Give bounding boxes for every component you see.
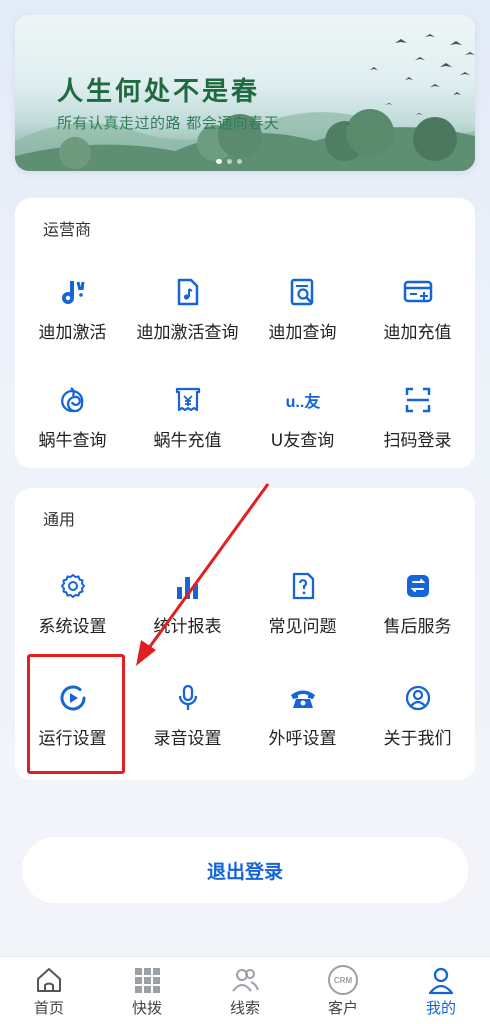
tab-label: 快拨	[131, 999, 162, 1017]
snail-spiral-icon	[57, 384, 89, 416]
u-you-logo-icon: u..友	[283, 384, 323, 416]
bar-chart-icon	[172, 570, 204, 602]
menu-item-statistics[interactable]: 统计报表	[130, 570, 245, 670]
banner-subtitle: 所有认真走过的路 都会通向春天	[57, 114, 280, 132]
menu-item-faq[interactable]: 常见问题	[245, 570, 360, 670]
u-you-logo-text: u..友	[285, 394, 321, 411]
menu-item-label: 迪加查询	[268, 323, 337, 343]
menu-item-dijia-activate[interactable]: 迪加激活	[15, 276, 130, 376]
menu-item-dijia-recharge[interactable]: 迪加充值	[360, 276, 475, 376]
music-note-icon	[57, 276, 89, 308]
section-title: 通用	[43, 510, 76, 529]
tab-quick-dial[interactable]: 快拨	[98, 957, 196, 1024]
menu-item-recording-settings[interactable]: 录音设置	[130, 682, 245, 782]
carousel-dot	[216, 159, 222, 164]
carousel-dot	[227, 159, 232, 164]
operators-card: 运营商 迪加激活 迪加激活查询 迪加查询 迪加充值 蜗牛查询 蜗牛充值 u..友…	[15, 198, 475, 468]
crm-icon-text: CRM	[333, 975, 353, 985]
tab-label: 线索	[229, 999, 260, 1017]
logout-button[interactable]: 退出登录	[22, 837, 468, 903]
tab-label: 首页	[33, 999, 64, 1017]
menu-item-snail-recharge[interactable]: 蜗牛充值	[130, 384, 245, 484]
telephone-icon	[287, 682, 319, 714]
card-plus-icon	[402, 276, 434, 308]
menu-item-uyou-query[interactable]: u..友 U友查询	[245, 384, 360, 484]
people-icon	[232, 969, 259, 992]
tab-label: 客户	[327, 999, 358, 1017]
bottom-tab-bar: 首页 快拨 线索 CRM 客户 我的	[0, 956, 490, 1024]
menu-item-label: 售后服务	[383, 617, 452, 637]
tab-home[interactable]: 首页	[0, 957, 98, 1024]
microphone-icon	[172, 682, 204, 714]
menu-item-label: 常见问题	[268, 617, 337, 637]
yuan-ticket-icon	[172, 384, 204, 416]
highlight-box	[27, 654, 125, 774]
tab-customers[interactable]: CRM 客户	[294, 957, 392, 1024]
service-icon	[402, 570, 434, 602]
scan-frame-icon	[402, 384, 434, 416]
carousel-dot	[237, 159, 242, 164]
user-icon	[428, 967, 454, 995]
menu-item-label: 外呼设置	[268, 729, 337, 749]
section-title: 运营商	[43, 220, 92, 239]
carousel-indicator	[216, 159, 242, 164]
tab-label: 我的	[425, 999, 456, 1017]
question-icon	[287, 570, 319, 602]
tab-mine[interactable]: 我的	[392, 957, 490, 1024]
document-search-icon	[287, 276, 319, 308]
menu-item-label: 蜗牛查询	[38, 431, 107, 451]
gear-icon	[57, 570, 89, 602]
banner-carousel[interactable]: 人生何处不是春 所有认真走过的路 都会通向春天	[15, 15, 475, 171]
menu-item-scan-login[interactable]: 扫码登录	[360, 384, 475, 484]
birds-illustration	[345, 34, 475, 125]
menu-item-after-sales[interactable]: 售后服务	[360, 570, 475, 670]
menu-item-label: 系统设置	[38, 617, 107, 637]
menu-item-label: U友查询	[270, 431, 335, 451]
menu-item-label: 蜗牛充值	[153, 431, 222, 451]
menu-item-label: 统计报表	[153, 617, 222, 637]
menu-item-label: 录音设置	[153, 729, 222, 749]
person-circle-icon	[402, 682, 434, 714]
menu-item-label: 迪加充值	[383, 323, 452, 343]
home-icon	[37, 968, 61, 992]
tab-leads[interactable]: 线索	[196, 957, 294, 1024]
menu-item-snail-query[interactable]: 蜗牛查询	[15, 384, 130, 484]
menu-item-label: 扫码登录	[383, 431, 452, 451]
menu-item-outbound-settings[interactable]: 外呼设置	[245, 682, 360, 782]
file-music-icon	[172, 276, 204, 308]
dialpad-icon	[135, 968, 160, 993]
menu-item-about-us[interactable]: 关于我们	[360, 682, 475, 782]
menu-item-label: 关于我们	[383, 729, 452, 749]
menu-item-label: 迪加激活	[38, 323, 107, 343]
menu-item-dijia-query[interactable]: 迪加查询	[245, 276, 360, 376]
menu-item-label: 迪加激活查询	[136, 323, 239, 343]
menu-item-dijia-activate-query[interactable]: 迪加激活查询	[130, 276, 245, 376]
crm-icon: CRM	[328, 965, 358, 995]
banner-title: 人生何处不是春	[57, 77, 261, 107]
